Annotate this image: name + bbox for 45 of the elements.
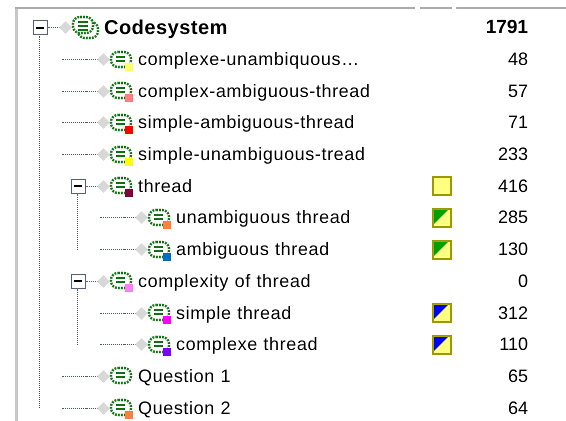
marker-icon — [432, 334, 452, 355]
code-label[interactable]: complexe thread — [176, 331, 318, 358]
code-label[interactable]: unambiguous thread — [176, 204, 351, 232]
collapse-toggle[interactable] — [32, 20, 48, 36]
count: 0 — [518, 270, 528, 293]
code-icon — [147, 206, 173, 229]
code-icon — [109, 112, 135, 134]
count: 130 — [498, 238, 528, 262]
code-label[interactable]: complexity of thread — [138, 268, 312, 295]
code-label[interactable]: Question 1 — [138, 362, 232, 390]
count: 64 — [508, 396, 528, 420]
count: 285 — [498, 206, 528, 230]
code-label[interactable]: Question 2 — [138, 394, 232, 421]
count: 57 — [508, 80, 528, 103]
code-system-icon — [71, 14, 101, 41]
code-label[interactable]: simple-ambiguous-thread — [138, 109, 355, 136]
code-label[interactable]: simple thread — [176, 300, 292, 327]
code-icon — [147, 334, 173, 356]
count: 48 — [508, 48, 528, 72]
code-label[interactable]: complexe-unambiquous… — [138, 46, 360, 74]
collapse-toggle[interactable] — [70, 178, 86, 194]
count: 233 — [498, 143, 528, 166]
code-icon — [109, 144, 135, 166]
code-icon — [109, 175, 135, 198]
count: 65 — [508, 364, 528, 388]
count: 416 — [498, 174, 528, 198]
count: 110 — [499, 333, 528, 356]
code-label[interactable]: thread — [138, 172, 193, 200]
code-icon — [109, 48, 135, 71]
marker-icon — [432, 176, 452, 196]
count: 312 — [498, 302, 528, 325]
marker-icon — [432, 303, 452, 324]
marker-icon — [432, 208, 452, 228]
code-icon — [147, 302, 173, 324]
count: 1791 — [486, 16, 528, 40]
collapse-toggle[interactable] — [70, 274, 86, 289]
code-label[interactable]: simple-unambiguous-tread — [138, 141, 366, 168]
marker-icon — [432, 240, 452, 260]
code-label[interactable]: ambiguous thread — [176, 236, 330, 264]
code-icon — [109, 80, 135, 102]
code-icon — [109, 270, 135, 292]
code-label[interactable]: Codesystem — [104, 12, 228, 43]
code-icon — [147, 238, 173, 261]
count: 71 — [508, 111, 528, 134]
code-label[interactable]: complex-ambiguous-thread — [138, 78, 371, 105]
